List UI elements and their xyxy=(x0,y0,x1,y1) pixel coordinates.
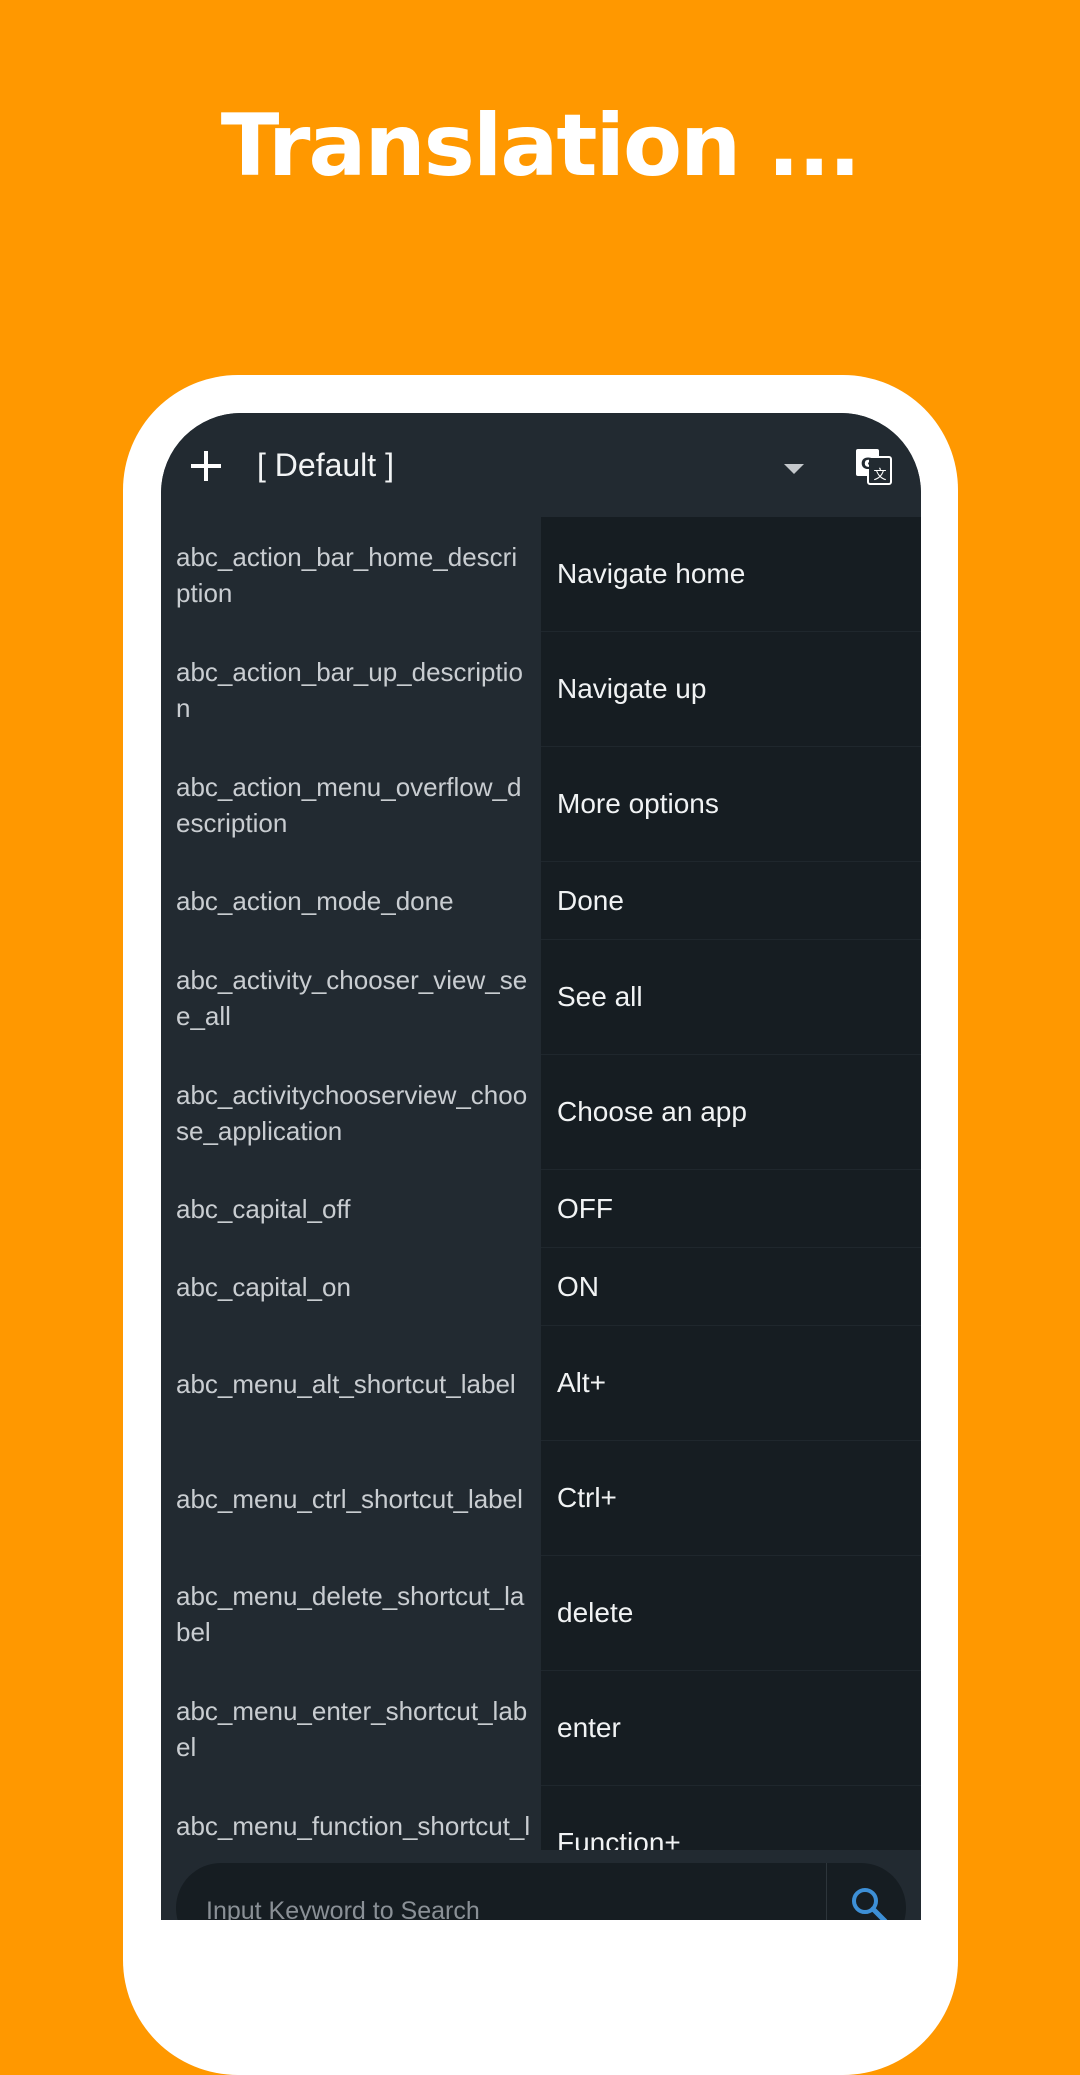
svg-text:G: G xyxy=(861,454,874,473)
list-item[interactable]: abc_capital_off OFF xyxy=(161,1170,921,1248)
string-key: abc_action_mode_done xyxy=(161,862,541,940)
string-key: abc_capital_on xyxy=(161,1248,541,1326)
svg-text:文: 文 xyxy=(873,468,886,483)
string-value[interactable]: See all xyxy=(541,940,921,1055)
list-item[interactable]: abc_action_menu_overflow_description Mor… xyxy=(161,747,921,862)
string-key: abc_capital_off xyxy=(161,1170,541,1248)
string-value[interactable]: ON xyxy=(541,1248,921,1326)
string-key: abc_menu_delete_shortcut_label xyxy=(161,1556,541,1671)
dropdown-arrow-icon[interactable] xyxy=(784,464,804,474)
string-value[interactable]: Choose an app xyxy=(541,1055,921,1170)
string-key: abc_action_bar_home_description xyxy=(161,517,541,632)
string-key: abc_activity_chooser_view_see_all xyxy=(161,940,541,1055)
string-value[interactable]: Navigate home xyxy=(541,517,921,632)
list-item[interactable]: abc_menu_enter_shortcut_label enter xyxy=(161,1671,921,1786)
profile-dropdown-value: [ Default ] xyxy=(257,447,394,483)
list-item[interactable]: abc_activity_chooser_view_see_all See al… xyxy=(161,940,921,1055)
string-value[interactable]: Alt+ xyxy=(541,1326,921,1441)
list-item[interactable]: abc_menu_delete_shortcut_label delete xyxy=(161,1556,921,1671)
list-item[interactable]: abc_menu_ctrl_shortcut_label Ctrl+ xyxy=(161,1441,921,1556)
search-divider xyxy=(826,1863,827,1920)
list-item[interactable]: abc_activitychooserview_choose_applicati… xyxy=(161,1055,921,1170)
list-item[interactable]: abc_action_bar_home_description Navigate… xyxy=(161,517,921,632)
search-bar xyxy=(176,1863,906,1920)
list-item[interactable]: abc_menu_alt_shortcut_label Alt+ xyxy=(161,1326,921,1441)
string-value[interactable]: Ctrl+ xyxy=(541,1441,921,1556)
string-value[interactable]: enter xyxy=(541,1671,921,1786)
string-key: abc_activitychooserview_choose_applicati… xyxy=(161,1055,541,1170)
string-value[interactable]: delete xyxy=(541,1556,921,1671)
string-key: abc_menu_alt_shortcut_label xyxy=(161,1326,541,1441)
list-item[interactable]: abc_menu_function_shortcut_label Functio… xyxy=(161,1786,921,1850)
string-value[interactable]: Done xyxy=(541,862,921,940)
list-item[interactable]: abc_capital_on ON xyxy=(161,1248,921,1326)
google-translate-icon[interactable]: G 文 xyxy=(855,448,893,486)
string-key: abc_action_menu_overflow_description xyxy=(161,747,541,862)
string-key: abc_menu_ctrl_shortcut_label xyxy=(161,1441,541,1556)
plus-icon[interactable] xyxy=(191,451,221,481)
search-input[interactable] xyxy=(206,1891,786,1920)
string-key: abc_menu_enter_shortcut_label xyxy=(161,1671,541,1786)
string-value[interactable]: More options xyxy=(541,747,921,862)
toolbar: [ Default ] G 文 xyxy=(161,413,921,517)
string-key: abc_action_bar_up_description xyxy=(161,632,541,747)
string-value[interactable]: Function+ xyxy=(541,1786,921,1850)
list-item[interactable]: abc_action_bar_up_description Navigate u… xyxy=(161,632,921,747)
headline: Translation ... xyxy=(220,96,861,196)
profile-dropdown[interactable]: [ Default ] xyxy=(257,441,777,491)
list-item[interactable]: abc_action_mode_done Done xyxy=(161,862,921,940)
app-screen: [ Default ] G 文 abc_action_bar_home_desc… xyxy=(161,413,921,1920)
string-value[interactable]: OFF xyxy=(541,1170,921,1248)
string-list: abc_action_bar_home_description Navigate… xyxy=(161,517,921,1850)
string-key: abc_menu_function_shortcut_label xyxy=(161,1786,541,1850)
string-value[interactable]: Navigate up xyxy=(541,632,921,747)
search-icon[interactable] xyxy=(849,1885,889,1920)
